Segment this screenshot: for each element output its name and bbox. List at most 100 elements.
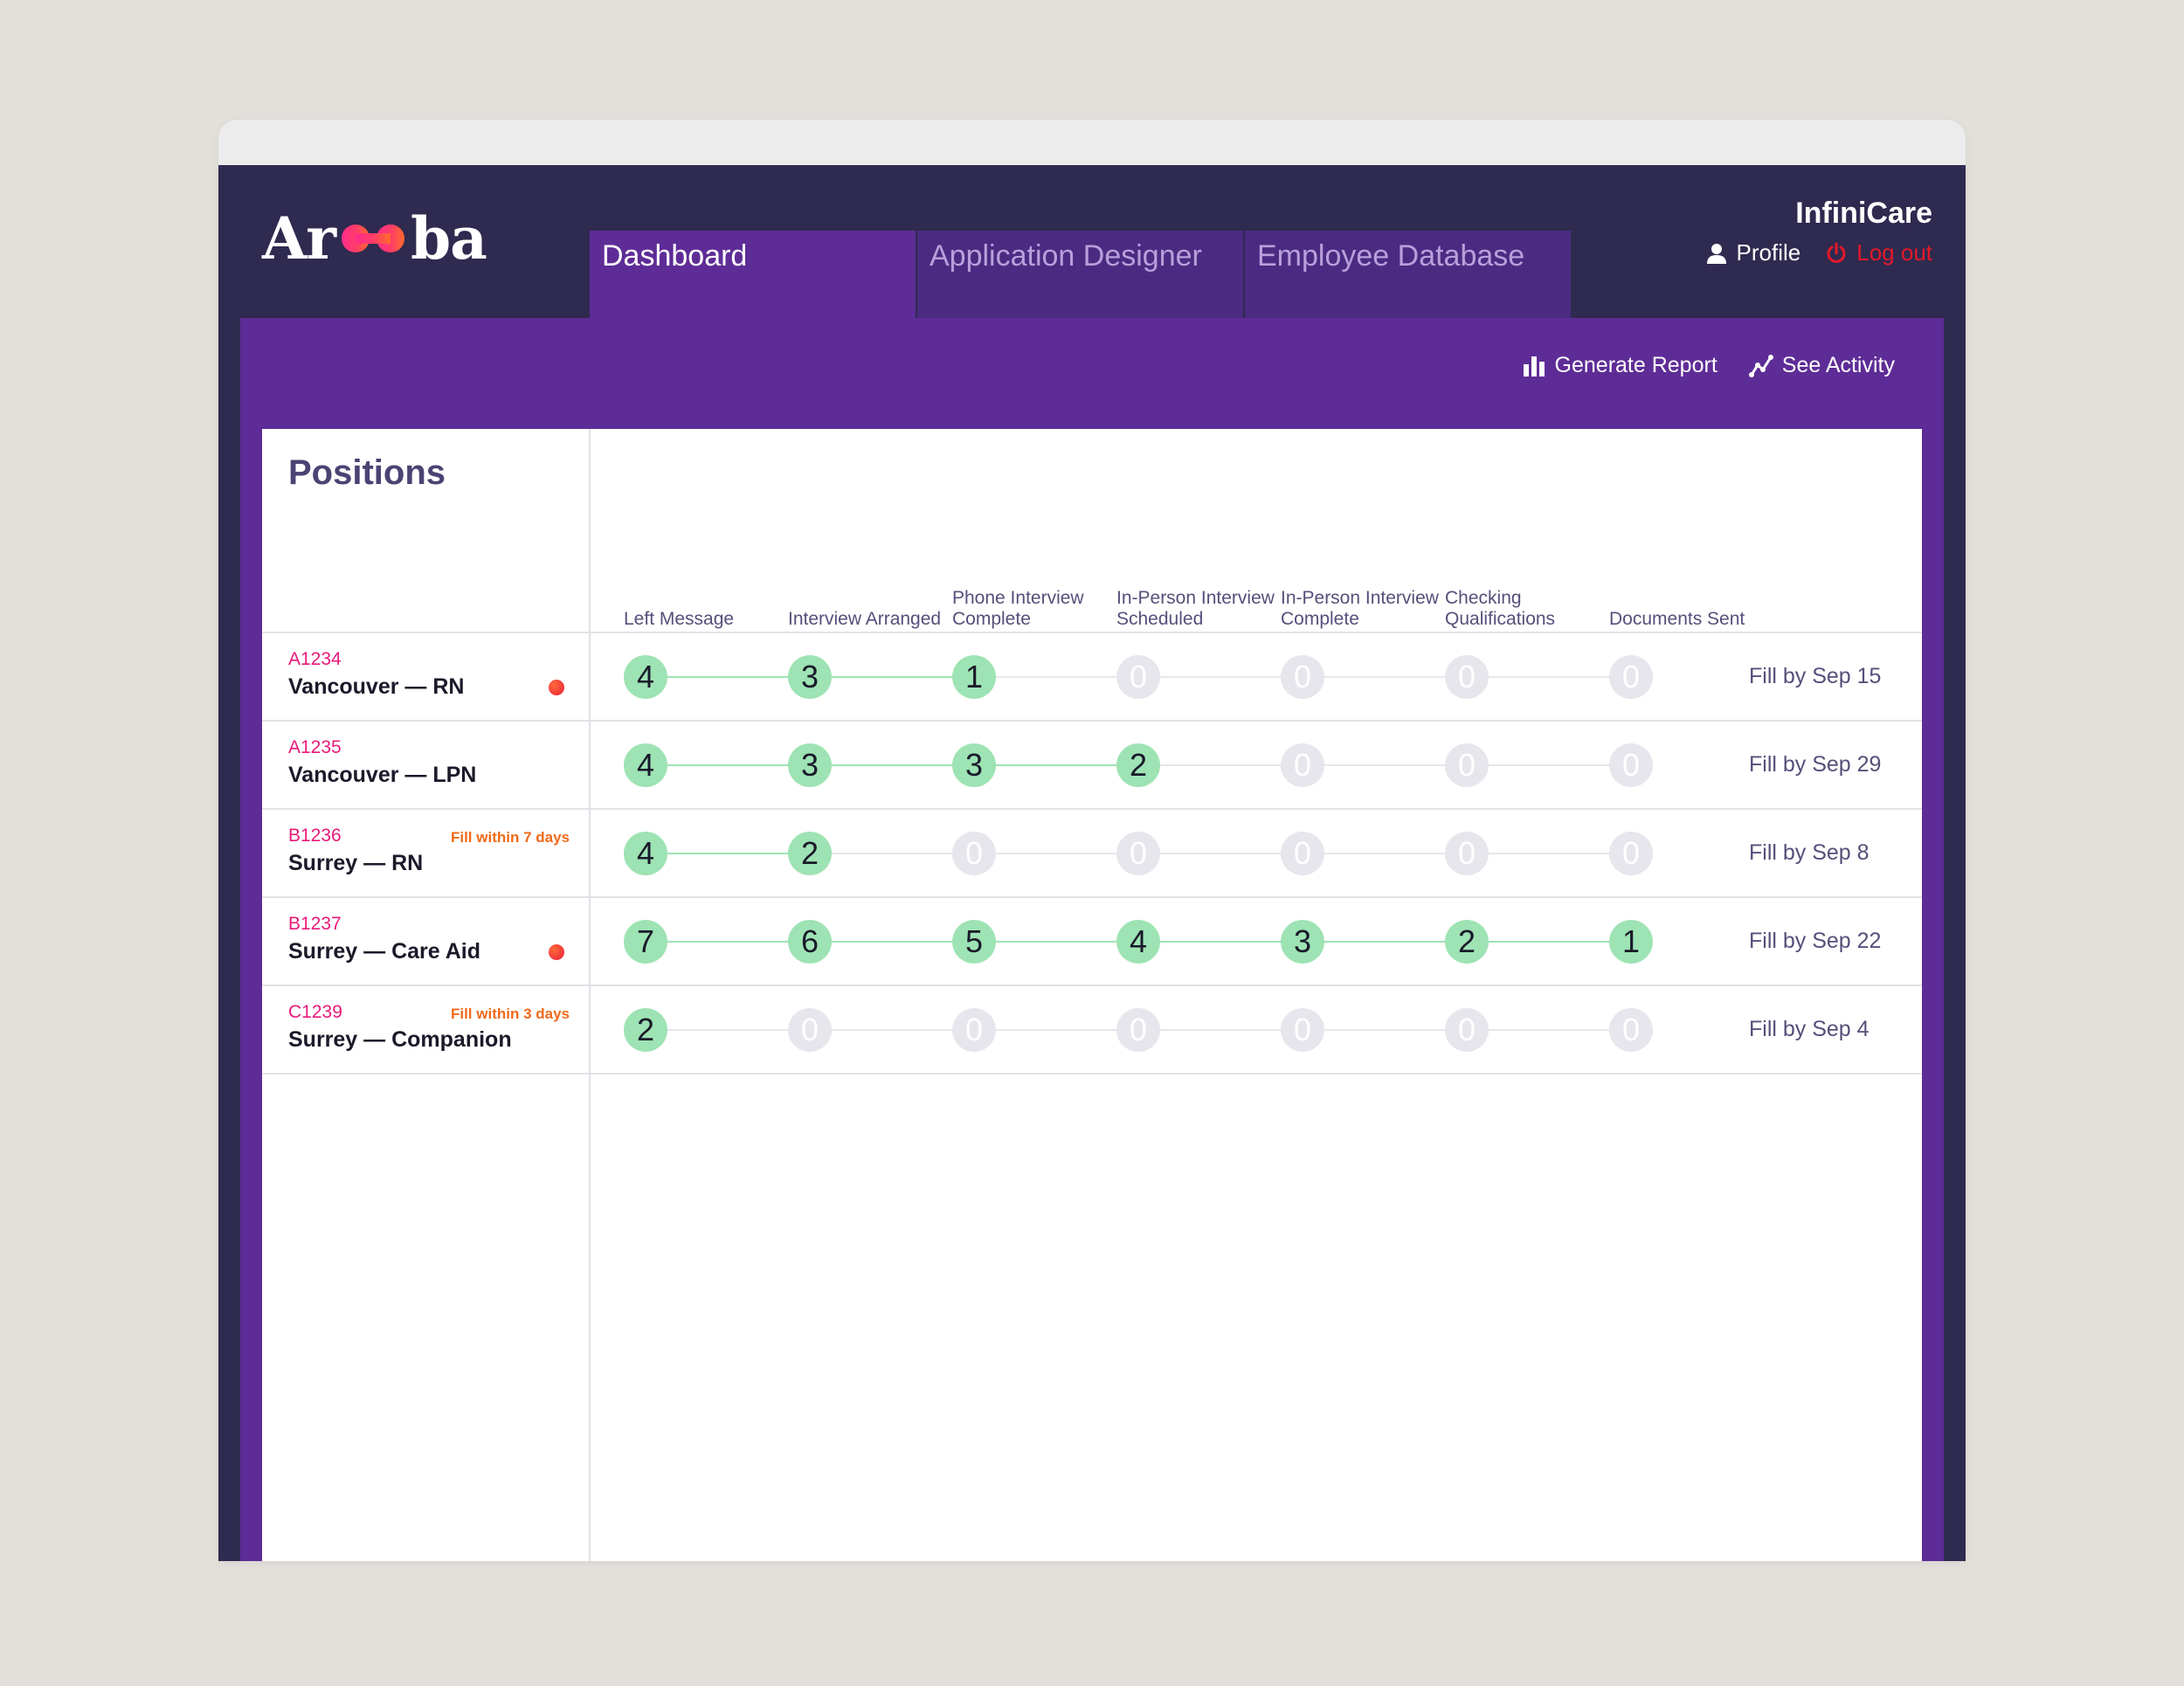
stage-header: Phone Interview Complete [952, 588, 1084, 629]
logout-link[interactable]: Log out [1825, 239, 1932, 266]
tab-dashboard[interactable]: Dashboard [590, 231, 916, 318]
stage-connector [1303, 941, 1467, 943]
stage-count[interactable]: 0 [1281, 743, 1324, 787]
stage-connector [810, 764, 974, 766]
stage-count[interactable]: 3 [788, 655, 832, 699]
stage-count[interactable]: 3 [1281, 920, 1324, 964]
stage-header: Interview Arranged [788, 609, 942, 629]
stage-count[interactable]: 1 [952, 655, 996, 699]
stage-count[interactable]: 4 [1116, 920, 1160, 964]
urgency-badge: Fill within 3 days [450, 1005, 570, 1022]
position-name: Vancouver — LPN [288, 763, 477, 787]
app-logo[interactable]: Ar ba [262, 204, 487, 273]
stage-count[interactable]: 0 [1445, 832, 1489, 875]
stage-count[interactable]: 2 [1116, 743, 1160, 787]
generate-report-label: Generate Report [1554, 353, 1717, 377]
position-code: B1236 [288, 826, 342, 846]
stage-connector [810, 1029, 974, 1031]
stage-connector [974, 941, 1138, 943]
see-activity-button[interactable]: See Activity [1748, 353, 1895, 378]
main-tabs: Dashboard Application Designer Employee … [590, 231, 1572, 318]
stage-count[interactable]: 5 [952, 920, 996, 964]
stage-connector [974, 764, 1138, 766]
stage-header: In-Person Interview Complete [1281, 588, 1439, 629]
profile-link[interactable]: Profile [1705, 239, 1801, 266]
fill-by-date: Fill by Sep 4 [1749, 1017, 1870, 1041]
stage-connector [1138, 764, 1303, 766]
stage-count[interactable]: 4 [624, 655, 667, 699]
stage-count[interactable]: 4 [624, 743, 667, 787]
stage-connector [810, 941, 974, 943]
stage-count[interactable]: 0 [952, 1008, 996, 1052]
stage-count[interactable]: 0 [1281, 655, 1324, 699]
position-code: C1239 [288, 1002, 342, 1022]
app-shell: Ar ba Dashboard Application Designer Emp… [218, 165, 1966, 1561]
logout-label: Log out [1856, 239, 1932, 266]
position-code: A1234 [288, 649, 342, 669]
stage-count[interactable]: 2 [624, 1008, 667, 1052]
position-code: B1237 [288, 914, 342, 934]
see-activity-label: See Activity [1781, 353, 1895, 377]
stage-count[interactable]: 0 [1116, 655, 1160, 699]
position-row[interactable]: A1235 Vancouver — LPN 4 3 3 2 0 0 0 Fill by Sep 2… [262, 722, 1922, 810]
position-row[interactable]: B1237 Surrey — Care Aid 7 6 5 4 3 2 1 Fill by Sep… [262, 898, 1922, 986]
stage-connector [974, 676, 1138, 678]
stage-count[interactable]: 0 [1609, 743, 1653, 787]
position-name: Surrey — Care Aid [288, 939, 480, 964]
tab-employee-database[interactable]: Employee Database [1245, 231, 1571, 318]
position-name: Vancouver — RN [288, 674, 465, 699]
stage-count[interactable]: 2 [1445, 920, 1489, 964]
stage-count[interactable]: 2 [788, 832, 832, 875]
positions-title: Positions [288, 453, 446, 492]
stage-count[interactable]: 0 [952, 832, 996, 875]
stage-count[interactable]: 0 [1281, 1008, 1324, 1052]
stage-count[interactable]: 0 [1116, 1008, 1160, 1052]
stage-header: Left Message [624, 609, 735, 629]
dashboard-main: Generate Report See Activity Positions L… [240, 318, 1944, 1561]
stage-connector [646, 676, 810, 678]
stage-count[interactable]: 0 [1609, 655, 1653, 699]
logo-text-right: ba [410, 204, 487, 273]
stage-count[interactable]: 6 [788, 920, 832, 964]
browser-window: Ar ba Dashboard Application Designer Emp… [218, 120, 1966, 1561]
stage-connector [1467, 853, 1631, 854]
fill-by-date: Fill by Sep 22 [1749, 929, 1882, 953]
stage-connector [1303, 764, 1467, 766]
power-icon [1827, 242, 1846, 263]
position-row[interactable]: B1236 Surrey — RN Fill within 7 days 4 2 0 0 0 0… [262, 810, 1922, 898]
stage-count[interactable]: 3 [788, 743, 832, 787]
tab-application-designer[interactable]: Application Designer [917, 231, 1243, 318]
stage-count[interactable]: 0 [1609, 1008, 1653, 1052]
stage-connector [1303, 676, 1467, 678]
bar-chart-icon [1523, 356, 1545, 377]
fill-by-date: Fill by Sep 29 [1749, 752, 1882, 777]
stage-count[interactable]: 0 [1281, 832, 1324, 875]
user-icon [1706, 243, 1726, 264]
stage-count[interactable]: 0 [1116, 832, 1160, 875]
stage-connector [810, 853, 974, 854]
stage-count[interactable]: 0 [1445, 655, 1489, 699]
position-row[interactable]: A1234 Vancouver — RN 4 3 1 0 0 0 0 Fill by Sep 15 [262, 633, 1922, 722]
toolbar: Generate Report See Activity [1522, 353, 1895, 378]
stage-connector [1467, 941, 1631, 943]
stage-count[interactable]: 3 [952, 743, 996, 787]
stage-count[interactable]: 0 [1445, 1008, 1489, 1052]
stage-connector [646, 941, 810, 943]
stage-count[interactable]: 0 [788, 1008, 832, 1052]
position-row[interactable]: C1239 Surrey — Companion Fill within 3 day… [262, 986, 1922, 1074]
logo-text-left: Ar [262, 204, 336, 273]
stage-count[interactable]: 0 [1445, 743, 1489, 787]
company-name: InfiniCare [1795, 197, 1932, 230]
activity-icon [1748, 354, 1773, 377]
stage-connector [1467, 676, 1631, 678]
stage-count[interactable]: 1 [1609, 920, 1653, 964]
stage-connector [646, 1029, 810, 1031]
stage-count[interactable]: 7 [624, 920, 667, 964]
profile-label: Profile [1736, 239, 1801, 266]
positions-panel: Positions Left Message Interview Arranged… [262, 429, 1922, 1561]
stage-count[interactable]: 0 [1609, 832, 1653, 875]
alert-dot-icon [549, 680, 564, 695]
stage-count[interactable]: 4 [624, 832, 667, 875]
generate-report-button[interactable]: Generate Report [1522, 353, 1717, 378]
stage-connector [1138, 941, 1303, 943]
